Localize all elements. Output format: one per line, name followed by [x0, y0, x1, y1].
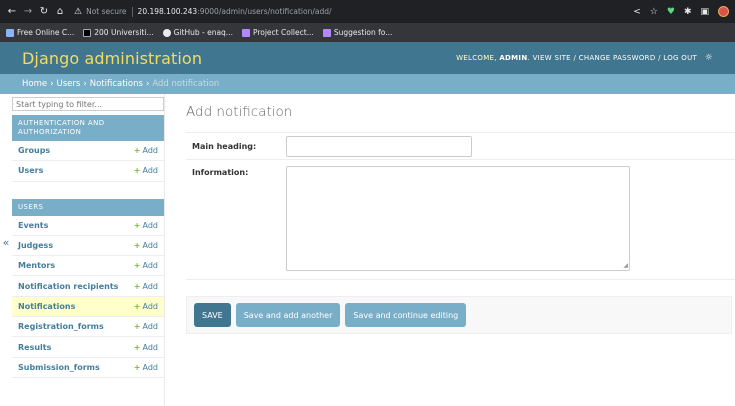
puzzle-icon[interactable]: ✱ — [684, 7, 692, 17]
change-password-link[interactable]: CHANGE PASSWORD — [579, 54, 656, 62]
not-secure-label[interactable]: Not secure — [86, 7, 126, 16]
nav-sidebar: Start typing to filter... « AUTHENTICATI… — [0, 94, 165, 406]
breadcrumb: Home › Users › Notifications › Add notif… — [0, 74, 735, 94]
username: ADMIN — [499, 54, 528, 62]
star-icon[interactable]: ☆ — [650, 7, 658, 17]
share-icon[interactable]: < — [633, 7, 641, 17]
bookmarks-bar: Free Online C... 200 Universiti... GitHu… — [0, 23, 735, 42]
browser-actions: < ☆ ♥ ✱ ▣ — [633, 6, 729, 17]
bookmark-favicon-icon — [241, 28, 250, 37]
home-icon[interactable]: ⌂ — [54, 6, 66, 17]
add-notifications-link[interactable]: + Add — [134, 302, 158, 311]
plus-icon: + — [133, 322, 141, 332]
content-area: Add notification Main heading: Informati… — [165, 94, 735, 406]
bookmark-favicon-icon — [83, 28, 92, 37]
information-textarea[interactable]: ◢ — [286, 166, 630, 271]
warning-icon[interactable]: ⚠ — [74, 7, 82, 17]
form-row-main-heading: Main heading: — [186, 132, 735, 160]
module-caption-auth[interactable]: AUTHENTICATION AND AUTHORIZATION — [12, 115, 164, 141]
profile-avatar-icon[interactable] — [718, 6, 729, 17]
sidebar-item-registration-forms[interactable]: Registration_forms + Add — [12, 317, 164, 338]
sidebar-item-notification-recipients[interactable]: Notification recipients + Add — [12, 276, 164, 297]
main-heading-label: Main heading: — [192, 141, 257, 151]
welcome-text: WELCOME, — [456, 54, 497, 62]
bookmark-3[interactable]: GitHub - enaq... — [162, 28, 233, 37]
module-auth: AUTHENTICATION AND AUTHORIZATION Groups … — [12, 115, 164, 182]
main-heading-input[interactable] — [286, 135, 472, 157]
url-divider — [131, 6, 133, 17]
site-branding[interactable]: Django administration — [22, 49, 202, 68]
plus-icon: + — [133, 261, 141, 271]
sidebar-item-users[interactable]: Users + Add — [12, 161, 164, 182]
user-tools: WELCOME, ADMIN. VIEW SITE / CHANGE PASSW… — [456, 53, 713, 63]
url-field[interactable]: 20.198.100.243:9000/admin/users/notifica… — [138, 7, 332, 16]
add-mentors-link[interactable]: + Add — [134, 261, 158, 270]
plus-icon: + — [133, 281, 141, 291]
admin-header: Django administration WELCOME, ADMIN. VI… — [0, 42, 735, 74]
forward-icon[interactable]: → — [22, 6, 34, 17]
module-caption-users[interactable]: USERS — [12, 198, 164, 216]
bookmark-5[interactable]: Suggestion fo... — [322, 28, 392, 37]
plus-icon: + — [133, 146, 141, 156]
view-site-link[interactable]: VIEW SITE — [533, 54, 571, 62]
save-and-add-another-button[interactable]: Save and add another — [235, 303, 341, 327]
save-button[interactable]: SAVE — [194, 303, 231, 327]
bookmark-1[interactable]: Free Online C... — [6, 28, 74, 37]
sidebar-item-events[interactable]: Events + Add — [12, 216, 164, 236]
plus-icon: + — [133, 166, 141, 176]
breadcrumb-users[interactable]: Users — [57, 79, 81, 89]
add-groups-link[interactable]: + Add — [134, 146, 158, 155]
sidebar-collapse-toggle[interactable]: « — [0, 236, 12, 249]
browser-address-bar: ← → ↻ ⌂ ⚠ Not secure 20.198.100.243:9000… — [0, 0, 735, 23]
save-and-continue-button[interactable]: Save and continue editing — [345, 303, 467, 327]
page-title: Add notification — [186, 104, 293, 120]
theme-toggle-icon[interactable]: ☼ — [705, 53, 713, 63]
log-out-link[interactable]: LOG OUT — [663, 54, 697, 62]
bookmark-favicon-icon — [6, 28, 14, 37]
github-icon — [162, 28, 171, 37]
nav-filter-input[interactable]: Start typing to filter... — [12, 97, 164, 111]
add-judgess-link[interactable]: + Add — [134, 241, 158, 250]
plus-icon: + — [133, 362, 141, 372]
information-label: Information: — [192, 168, 249, 177]
add-notification-recipients-link[interactable]: + Add — [134, 282, 158, 291]
breadcrumb-home[interactable]: Home — [22, 79, 47, 89]
sidebar-item-mentors[interactable]: Mentors + Add — [12, 256, 164, 277]
plus-icon: + — [133, 342, 141, 352]
add-results-link[interactable]: + Add — [134, 343, 158, 352]
breadcrumb-notifications[interactable]: Notifications — [90, 79, 143, 89]
sidepanel-icon[interactable]: ▣ — [700, 7, 709, 17]
sidebar-item-groups[interactable]: Groups + Add — [12, 141, 164, 162]
bookmark-2[interactable]: 200 Universiti... — [83, 28, 154, 37]
sidebar-item-notifications[interactable]: Notifications + Add — [12, 296, 164, 318]
form-row-information: Information: ◢ — [186, 160, 735, 280]
resize-grip-icon[interactable]: ◢ — [623, 262, 628, 269]
reload-icon[interactable]: ↻ — [38, 6, 50, 17]
sidebar-item-results[interactable]: Results + Add — [12, 337, 164, 358]
breadcrumb-current: Add notification — [152, 79, 220, 89]
extension-shield-icon[interactable]: ♥ — [667, 7, 675, 17]
plus-icon: + — [133, 241, 141, 251]
add-events-link[interactable]: + Add — [134, 221, 158, 230]
sidebar-item-judgess[interactable]: Judgess + Add — [12, 236, 164, 257]
bookmark-favicon-icon — [322, 28, 331, 37]
add-submission-forms-link[interactable]: + Add — [134, 363, 158, 372]
add-users-link[interactable]: + Add — [134, 166, 158, 175]
add-registration-forms-link[interactable]: + Add — [134, 322, 158, 331]
plus-icon: + — [133, 301, 141, 311]
plus-icon: + — [133, 220, 141, 230]
sidebar-item-submission-forms[interactable]: Submission_forms + Add — [12, 358, 164, 378]
back-icon[interactable]: ← — [6, 6, 18, 17]
module-users: USERS Events + Add Judgess + Add Mentors +… — [12, 198, 164, 378]
submit-row: SAVE Save and add another Save and conti… — [186, 296, 732, 334]
bookmark-4[interactable]: Project Collect... — [241, 28, 314, 37]
